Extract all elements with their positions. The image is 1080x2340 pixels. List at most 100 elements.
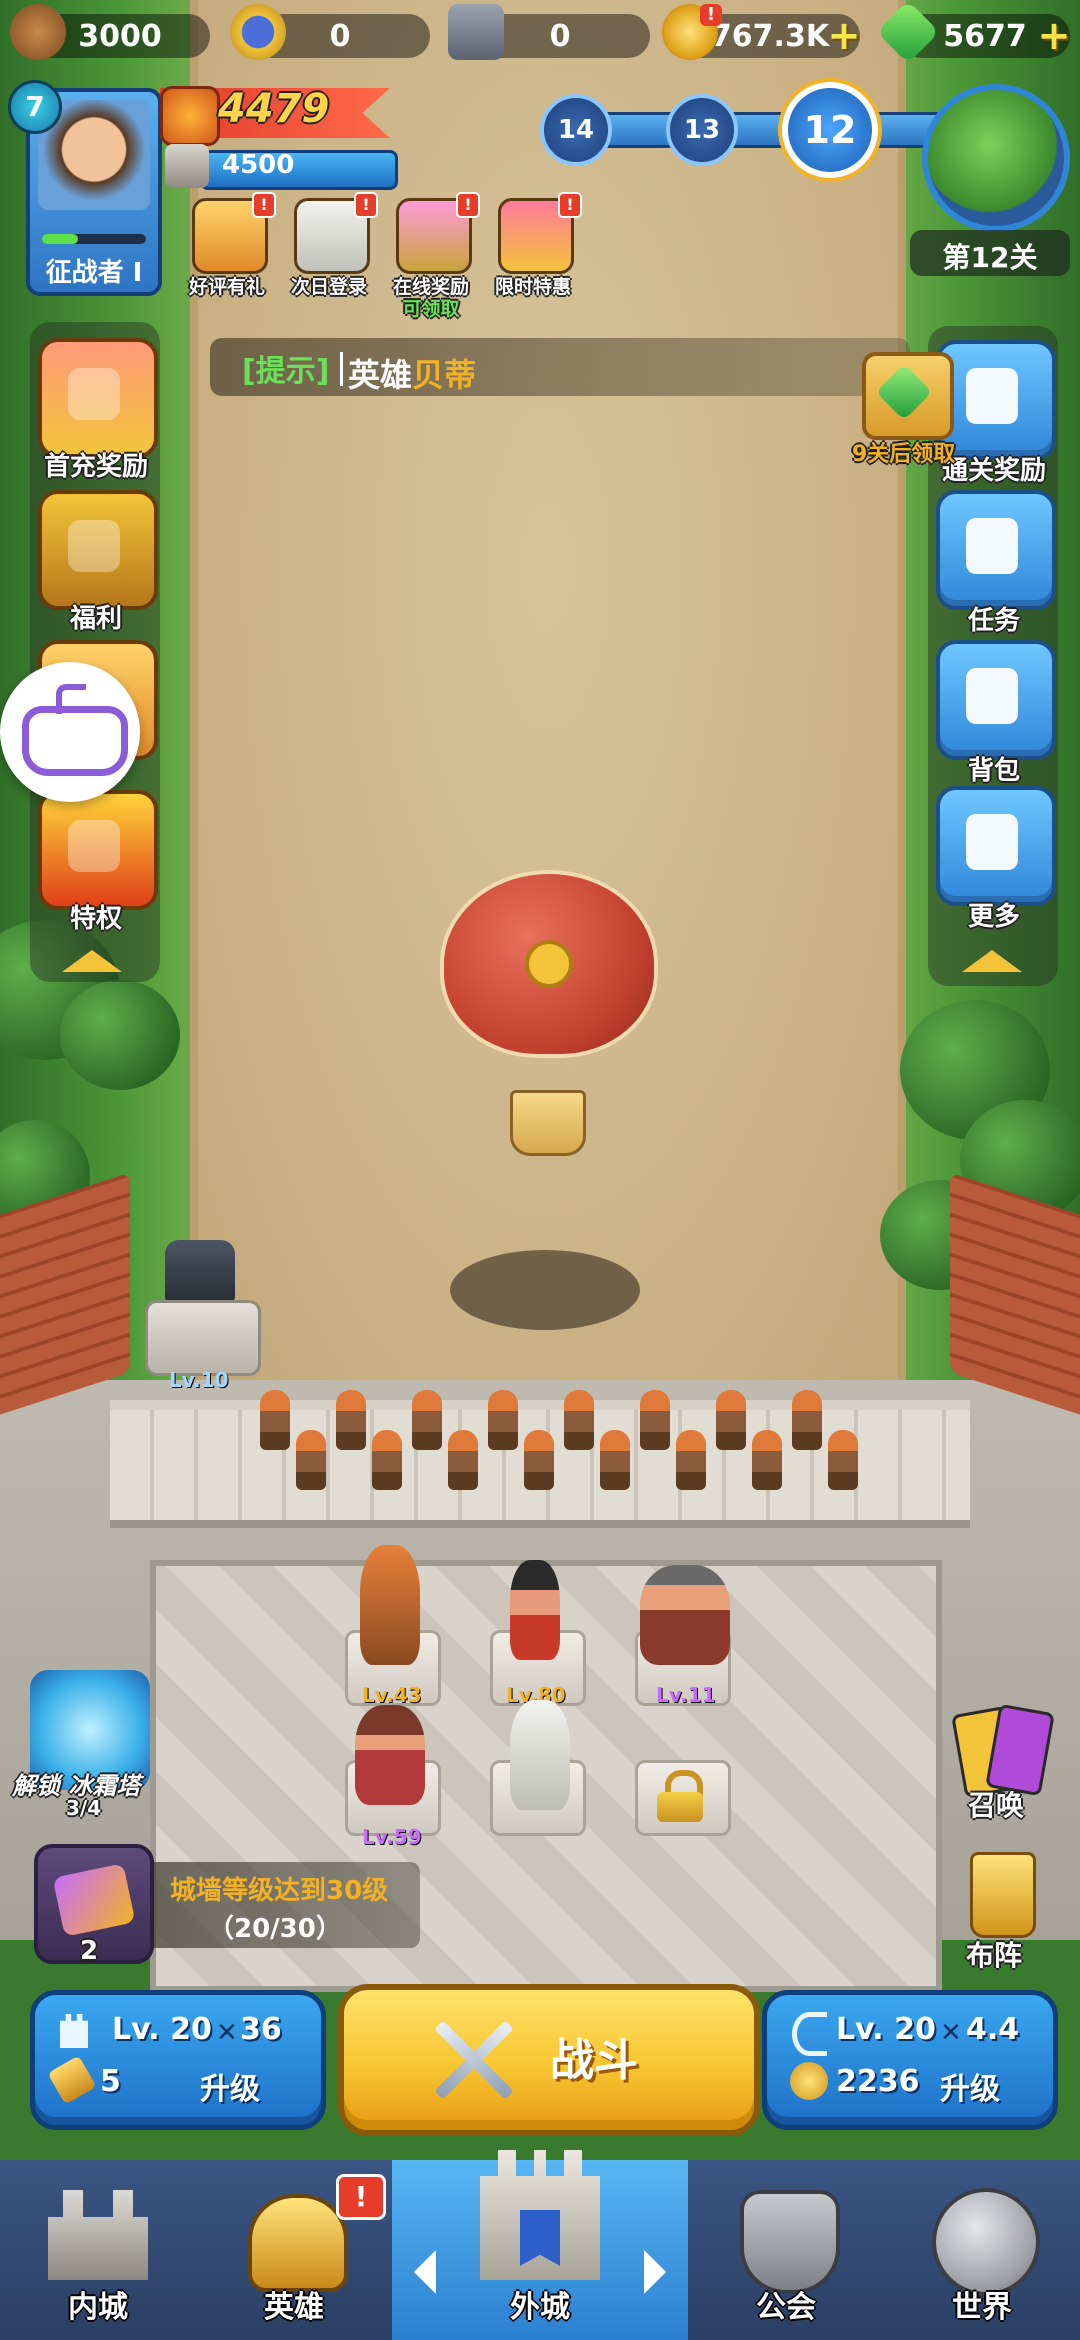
heroes-alert-badge: ! [336,2174,386,2220]
nav-outer-city[interactable]: 外城 [392,2150,691,2340]
stage-track [550,112,976,148]
right-menu-label: 背包 [967,756,1020,786]
gamepad-icon [22,706,128,776]
gift-icon [966,368,1018,424]
hot-air-balloon[interactable] [440,870,658,1170]
right-menu-3[interactable] [936,786,1056,906]
hero-archer[interactable] [360,1545,420,1665]
current-stage-node: 12 [782,82,878,178]
hero-girl[interactable] [510,1560,560,1660]
event-sublabel: 可领取 [402,298,460,320]
hero-level: Lv.59 [362,1825,422,1849]
handshake-shield-icon [740,2190,840,2294]
scroll-icon [52,1863,136,1937]
gamepad-float-button[interactable] [0,662,140,802]
stage-node-label: 14 [557,115,595,145]
wall-level: Lv. 20 [112,2012,212,2047]
balloon-shadow [450,1250,640,1330]
left-menu-2[interactable] [38,790,158,910]
hint-text-prefix: 英雄 [348,356,413,394]
knight-helmet-icon [248,2194,348,2292]
wall-soldier [412,1390,442,1450]
clear-reward-gem[interactable] [862,352,954,440]
wall-soldier [372,1430,402,1490]
nav-heroes[interactable]: ! 英雄 [196,2160,395,2340]
wall-soldier [488,1390,518,1450]
hero-statue[interactable] [510,1700,570,1810]
right-menu-2[interactable] [936,640,1056,760]
battle-button[interactable]: 战斗 [338,1984,760,2136]
lock-icon [655,1770,705,1822]
event-3[interactable]: ! 限时特惠 [488,192,582,318]
left-menu-label: 福利 [69,604,122,634]
event-2[interactable]: ! 在线奖励 可领取 [386,192,480,320]
wood-icon [10,4,66,60]
power-fist-icon [160,86,220,146]
nav-world[interactable]: 世界 [884,2160,1080,2340]
event-alert-icon: ! [354,192,378,218]
star-medal-icon [230,4,286,60]
gold-alert-icon: ! [700,4,722,26]
clear-reward-note: 9关后领取 [852,442,956,467]
cannon-base [145,1300,261,1376]
left-menu-label: 首充奖励 [43,452,148,482]
crossed-swords-small-icon: ✕ [940,2018,962,2048]
right-menu-1[interactable] [936,490,1056,610]
stage-node: 14 [540,94,612,166]
player-rank: 征战者 Ⅰ [45,258,143,288]
chevron-up-icon[interactable] [62,950,122,972]
plus-icon [966,814,1018,870]
quest-count: 2 [80,1936,99,1966]
world-map-button[interactable] [922,84,1070,232]
crossed-swords-icon [424,2010,524,2110]
event-label: 好评有礼 [188,276,265,298]
clipboard-icon [966,518,1018,574]
crown-badge-icon [68,520,120,572]
add-gems-button[interactable]: + [1036,16,1072,56]
wall-soldier [792,1390,822,1450]
nav-inner-city[interactable]: 内城 [0,2160,199,2340]
formation-button[interactable] [950,1846,1050,1946]
backpack-icon [966,668,1018,724]
wall-soldier [296,1430,326,1490]
hero-witch[interactable] [355,1705,425,1805]
nav-guild[interactable]: 公会 [688,2160,887,2340]
event-label: 次日登录 [290,276,367,298]
wood-value: 3000 [78,18,162,54]
right-menu-label: 更多 [967,902,1020,932]
gold-coin-icon [790,2062,828,2100]
hint-text: 英雄贝蒂 [348,350,476,396]
wall-soldier [600,1430,630,1490]
archer-level: Lv. 20 [836,2012,936,2047]
gem-value: 5677 [943,18,1027,54]
add-gold-button[interactable]: + [826,16,862,56]
wall-soldier [752,1430,782,1490]
wall-soldier [564,1390,594,1450]
summon-label: 召唤 [968,1789,1025,1822]
wall-soldier [676,1430,706,1490]
castle-power-value: 4500 [222,150,295,180]
left-menu-0[interactable] [38,338,158,458]
hero-viking[interactable] [640,1565,730,1665]
wall-upgrade-label: 升级 [200,2072,260,2107]
rook-icon [970,1852,1036,1938]
stage-node-label: 12 [803,108,857,152]
globe-icon [932,2188,1040,2296]
castle-icon [48,2190,148,2280]
nav-label: 内城 [68,2290,128,2325]
gold-value: 767.3K [710,18,830,54]
nav-label: 外城 [510,2290,570,2325]
event-0[interactable]: ! 好评有礼 [182,192,276,318]
crown-shield-icon [68,820,120,872]
left-menu-1[interactable] [38,490,158,610]
cannon-tower[interactable]: Lv.10 [135,1240,265,1392]
rank-progress-bar [42,234,146,244]
quest-text: 城墙等级达到30级 [170,1876,389,1906]
event-1[interactable]: ! 次日登录 [284,192,378,318]
chevron-up-icon[interactable] [962,950,1022,972]
iron-value: 0 [549,18,571,54]
archer-upgrade-panel[interactable] [762,1990,1058,2130]
hint-tag: [提示] [242,354,330,389]
green-gem-icon [875,363,933,421]
battle-label: 战斗 [550,2035,638,2086]
